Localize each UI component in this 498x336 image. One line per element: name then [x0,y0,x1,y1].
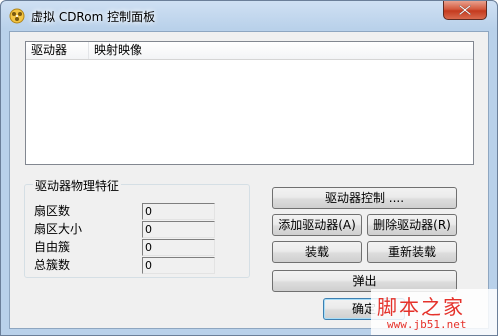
add-drive-button[interactable]: 添加驱动器(A) [272,214,362,236]
watermark-text: 脚本之家 [377,295,465,319]
free-clusters-label: 自由簇 [34,240,71,254]
close-button[interactable] [443,1,487,20]
client-area: 驱动器 映射映像 驱动器物理特征 扇区数 0 扇区大小 0 自由簇 0 总簇数 … [9,31,489,329]
total-clusters-field: 0 [142,257,215,274]
column-header-drive[interactable]: 驱动器 [26,42,89,59]
remove-drive-button[interactable]: 删除驱动器(R) [367,214,457,236]
close-icon [459,5,471,15]
physical-properties-group: 驱动器物理特征 扇区数 0 扇区大小 0 自由簇 0 总簇数 0 [24,177,250,278]
list-header: 驱动器 映射映像 [26,42,473,60]
free-clusters-field: 0 [142,239,215,256]
group-title: 驱动器物理特征 [33,177,122,194]
sector-size-label: 扇区大小 [34,222,83,236]
watermark-url: www.jb51.net [387,318,467,331]
window-title: 虚拟 CDRom 控制面板 [31,10,156,24]
title-bar[interactable]: 虚拟 CDRom 控制面板 [1,1,497,31]
column-header-image[interactable]: 映射映像 [89,42,475,59]
sector-size-field: 0 [142,221,215,238]
drive-list[interactable]: 驱动器 映射映像 [25,41,474,165]
cdrom-control-panel-window: 虚拟 CDRom 控制面板 驱动器 映射映像 驱动器物理特征 扇区数 0 扇区大… [0,0,498,336]
drive-control-button[interactable]: 驱动器控制 .... [272,187,457,209]
remount-button[interactable]: 重新装载 [367,241,457,263]
sector-count-label: 扇区数 [34,204,71,218]
sector-count-field: 0 [142,203,215,220]
total-clusters-label: 总簇数 [34,258,71,272]
app-icon [9,8,25,24]
mount-button[interactable]: 装载 [272,241,362,263]
watermark: 脚本之家 www.jb51.net [371,289,497,335]
